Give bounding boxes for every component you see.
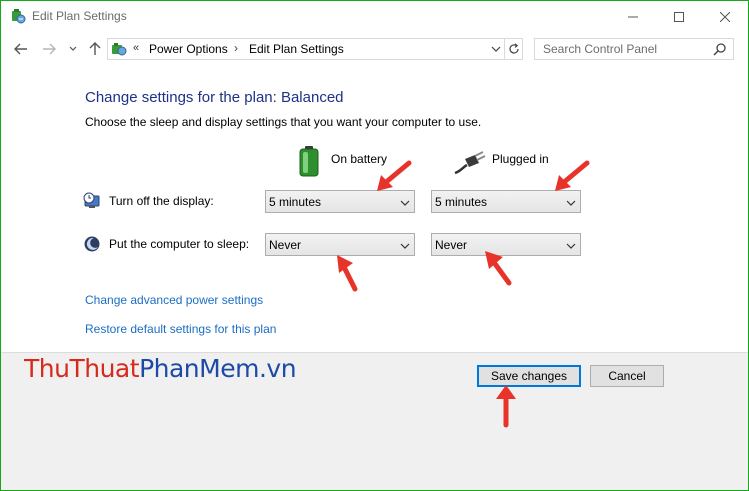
on-battery-label: On battery: [331, 152, 388, 166]
address-overflow[interactable]: «: [133, 42, 139, 54]
window-title: Edit Plan Settings: [32, 9, 127, 23]
watermark: ThuThuatPhanMem.vn: [24, 354, 297, 383]
display-plugged-in-select[interactable]: 5 minutes: [431, 190, 581, 213]
search-box[interactable]: Search Control Panel: [534, 38, 734, 60]
sleep-setting-label: Put the computer to sleep:: [109, 237, 250, 251]
restore-defaults-link[interactable]: Restore default settings for this plan: [85, 322, 276, 336]
chevron-down-icon: [400, 240, 410, 250]
save-changes-button[interactable]: Save changes: [477, 365, 581, 387]
sleep-on-battery-value: Never: [269, 238, 302, 252]
display-setting-label: Turn off the display:: [109, 194, 214, 208]
refresh-icon: [508, 43, 519, 54]
page-title: Change settings for the plan: Balanced: [85, 89, 344, 106]
chevron-down-icon: [566, 197, 576, 207]
arrow-right-icon: [43, 43, 56, 55]
annotation-arrow-icon: [337, 255, 358, 292]
power-options-icon: [10, 8, 26, 24]
watermark-part3: PhanMem: [139, 354, 259, 383]
arrow-left-icon: [14, 43, 27, 55]
title-bar: Edit Plan Settings: [1, 1, 748, 32]
search-placeholder[interactable]: Search Control Panel: [543, 42, 657, 56]
watermark-part4: .vn: [258, 354, 297, 383]
cancel-button[interactable]: Cancel: [590, 365, 664, 387]
watermark-part1: Thu: [24, 354, 70, 383]
display-plugged-in-value: 5 minutes: [435, 195, 488, 209]
display-on-battery-value: 5 minutes: [269, 195, 322, 209]
page-description: Choose the sleep and display settings th…: [85, 115, 482, 129]
plugged-in-label: Plugged in: [492, 152, 549, 166]
close-button[interactable]: [702, 1, 748, 32]
refresh-button[interactable]: [505, 38, 523, 60]
arrow-up-icon: [89, 42, 101, 55]
back-button[interactable]: [11, 39, 31, 59]
chevron-down-icon: [491, 46, 501, 52]
chevron-down-icon: [400, 197, 410, 207]
control-panel-icon: [111, 41, 127, 57]
address-bar[interactable]: « Power Options › Edit Plan Settings: [107, 38, 505, 60]
recent-locations-button[interactable]: [63, 39, 83, 59]
power-plug-icon: [453, 149, 487, 178]
search-icon[interactable]: [713, 42, 727, 56]
up-button[interactable]: [85, 39, 105, 59]
forward-button[interactable]: [39, 39, 59, 59]
navigation-bar: « Power Options › Edit Plan Settings Sea…: [1, 34, 748, 64]
change-advanced-settings-link[interactable]: Change advanced power settings: [85, 293, 263, 307]
breadcrumb-power-options[interactable]: Power Options: [149, 42, 228, 56]
watermark-part2: Thuat: [69, 354, 140, 383]
chevron-down-icon: [566, 240, 576, 250]
sleep-on-battery-select[interactable]: Never: [265, 233, 415, 256]
chevron-down-icon: [69, 46, 77, 51]
sleep-plugged-in-select[interactable]: Never: [431, 233, 581, 256]
maximize-button[interactable]: [656, 1, 702, 32]
edit-plan-settings-window: Edit Plan Settings « Power Options › Edi…: [0, 0, 749, 491]
moon-icon: [83, 235, 101, 253]
sleep-plugged-in-value: Never: [435, 238, 468, 252]
battery-icon: [297, 145, 321, 180]
monitor-clock-icon: [83, 192, 101, 210]
minimize-button[interactable]: [610, 1, 656, 32]
display-on-battery-select[interactable]: 5 minutes: [265, 190, 415, 213]
address-dropdown-button[interactable]: [489, 41, 503, 57]
breadcrumb-separator[interactable]: ›: [234, 41, 238, 55]
breadcrumb-edit-plan-settings[interactable]: Edit Plan Settings: [249, 42, 344, 56]
